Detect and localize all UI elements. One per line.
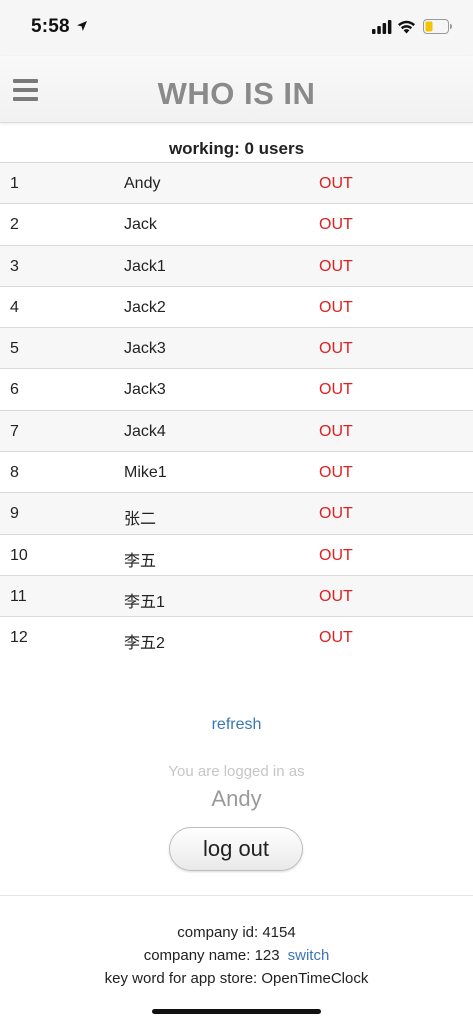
user-status: OUT xyxy=(319,381,353,399)
app-header: WHO IS IN xyxy=(0,56,473,123)
user-status: OUT xyxy=(319,216,353,234)
user-status: OUT xyxy=(319,587,353,605)
user-name: Mike1 xyxy=(124,464,167,482)
status-time: 5:58 xyxy=(31,16,70,37)
company-name: company name: 123 xyxy=(143,947,280,964)
user-number: 5 xyxy=(10,340,19,358)
user-number: 2 xyxy=(10,216,19,234)
footer-info: company id: 4154 company name: 123 switch… xyxy=(0,921,473,990)
user-number: 9 xyxy=(10,505,19,523)
table-row[interactable]: 7 Jack4 OUT xyxy=(0,409,473,452)
user-number: 11 xyxy=(10,587,27,605)
user-name: Jack2 xyxy=(124,298,166,316)
user-name: 李五2 xyxy=(124,635,165,653)
battery-icon xyxy=(423,19,452,34)
user-status: OUT xyxy=(319,175,353,192)
table-row[interactable]: 5 Jack3 OUT xyxy=(0,327,473,369)
user-number: 8 xyxy=(10,464,19,482)
user-status: OUT xyxy=(319,298,353,316)
user-name: Jack1 xyxy=(124,257,166,275)
home-indicator[interactable] xyxy=(152,1009,321,1014)
user-status: OUT xyxy=(319,257,353,275)
user-status: OUT xyxy=(319,505,353,523)
table-row[interactable]: 11 李五1 OUT xyxy=(0,574,473,617)
table-row[interactable]: 10 李五 OUT xyxy=(0,533,473,575)
app-store-keyword: key word for app store: OpenTimeClock xyxy=(104,970,369,987)
user-status: OUT xyxy=(319,464,353,482)
working-summary: working: 0 users xyxy=(168,139,305,158)
user-number: 6 xyxy=(10,381,19,399)
user-number: 7 xyxy=(10,422,19,440)
user-number: 4 xyxy=(10,298,19,316)
page-title: WHO IS IN xyxy=(157,76,316,111)
table-row[interactable]: 12 李五2 OUT xyxy=(0,616,473,658)
user-number: 12 xyxy=(10,629,28,647)
company-id: company id: 4154 xyxy=(177,924,296,941)
logged-in-label: You are logged in as xyxy=(168,763,305,780)
switch-link[interactable]: switch xyxy=(288,947,330,964)
user-number: 10 xyxy=(10,546,28,564)
user-status: OUT xyxy=(319,546,353,564)
table-row[interactable]: 1 Andy OUT xyxy=(0,162,473,204)
table-row[interactable]: 9 张二 OUT xyxy=(0,492,473,534)
status-bar: 5:58 xyxy=(0,0,473,56)
logout-button[interactable]: log out xyxy=(169,827,303,871)
refresh-link[interactable]: refresh xyxy=(0,716,473,734)
user-name: 张二 xyxy=(124,511,157,529)
user-table: 1 Andy OUT 2 Jack OUT 3 Jack1 OUT 4 Jack… xyxy=(0,162,473,658)
user-name: Jack3 xyxy=(124,340,166,358)
user-name: Jack3 xyxy=(124,381,166,399)
user-name: Jack xyxy=(124,216,157,234)
user-number: 3 xyxy=(10,257,19,275)
logged-in-user: Andy xyxy=(211,786,262,811)
divider xyxy=(0,895,473,896)
user-name: Andy xyxy=(124,175,161,192)
user-name: 李五 xyxy=(124,552,157,570)
table-row[interactable]: 6 Jack3 OUT xyxy=(0,368,473,410)
table-row[interactable]: 2 Jack OUT xyxy=(0,203,473,245)
user-status: OUT xyxy=(319,629,353,647)
user-number: 1 xyxy=(10,175,19,192)
user-status: OUT xyxy=(319,422,353,440)
location-arrow-icon xyxy=(77,21,87,31)
wifi-icon xyxy=(398,20,415,34)
user-name: Jack4 xyxy=(124,422,166,440)
table-row[interactable]: 3 Jack1 OUT xyxy=(0,244,473,286)
user-status: OUT xyxy=(319,340,353,358)
cellular-signal-icon xyxy=(372,20,392,34)
user-name: 李五1 xyxy=(124,593,165,611)
company-name-line: company name: 123 switch xyxy=(0,944,473,967)
table-row[interactable]: 8 Mike1 OUT xyxy=(0,451,473,493)
table-row[interactable]: 4 Jack2 OUT xyxy=(0,285,473,328)
